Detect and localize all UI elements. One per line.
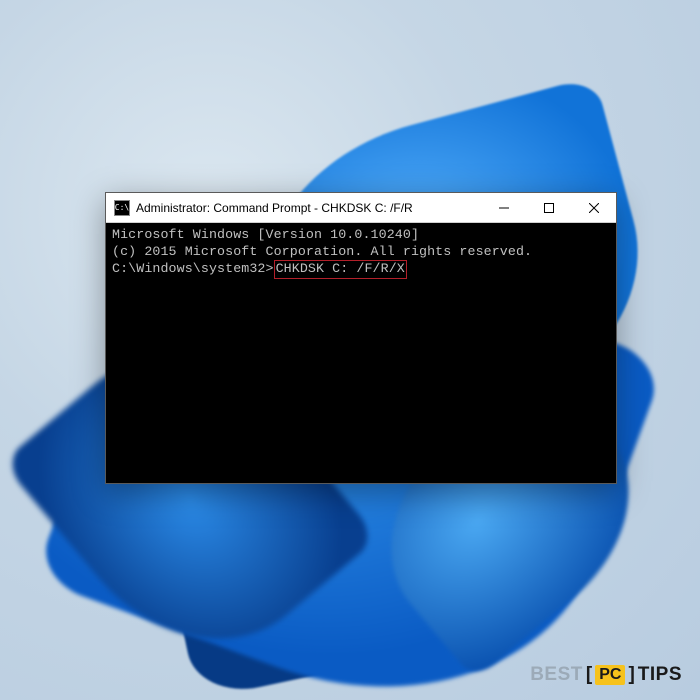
close-button[interactable] — [571, 193, 616, 222]
terminal-command-highlight: CHKDSK C: /F/R/X — [274, 260, 407, 279]
watermark-bracket-close: ] — [628, 664, 634, 686]
watermark-text-tail: TIPS — [638, 664, 682, 686]
maximize-icon — [544, 203, 554, 213]
terminal-body[interactable]: Microsoft Windows [Version 10.0.10240] (… — [106, 223, 616, 483]
terminal-prompt-line: C:\Windows\system32>CHKDSK C: /F/R/X — [112, 260, 610, 279]
watermark-pc-box: PC — [595, 665, 625, 685]
terminal-output-line: Microsoft Windows [Version 10.0.10240] — [112, 227, 610, 244]
cmd-app-icon: C:\ — [114, 200, 130, 216]
minimize-button[interactable] — [481, 193, 526, 222]
maximize-button[interactable] — [526, 193, 571, 222]
watermark-bracket-open: [ — [586, 664, 592, 686]
close-icon — [589, 203, 599, 213]
window-controls — [481, 193, 616, 222]
watermark-text-faded: BEST — [530, 664, 583, 686]
site-watermark: BEST [ PC ] TIPS — [530, 664, 682, 686]
window-title: Administrator: Command Prompt - CHKDSK C… — [136, 201, 413, 215]
window-titlebar[interactable]: C:\ Administrator: Command Prompt - CHKD… — [106, 193, 616, 223]
terminal-output-line: (c) 2015 Microsoft Corporation. All righ… — [112, 244, 610, 261]
terminal-prompt: C:\Windows\system32> — [112, 261, 274, 276]
command-prompt-window: C:\ Administrator: Command Prompt - CHKD… — [105, 192, 617, 484]
minimize-icon — [499, 203, 509, 213]
